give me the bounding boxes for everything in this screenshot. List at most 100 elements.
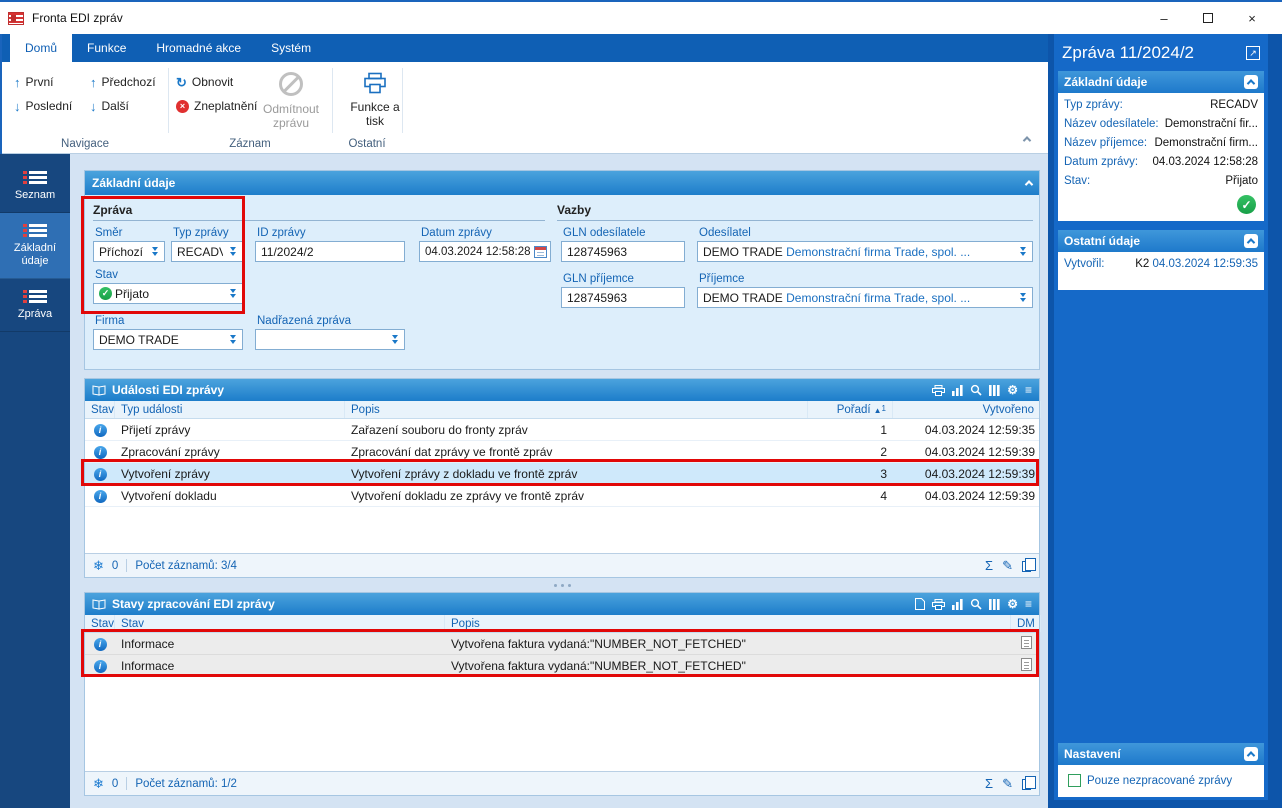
- collapse-icon[interactable]: [1024, 180, 1034, 189]
- nadrazena-zprava-combo[interactable]: [255, 329, 405, 350]
- open-in-window-icon[interactable]: ↗: [1246, 46, 1260, 60]
- detail-label: Název příjemce:: [1064, 137, 1148, 149]
- sum-icon[interactable]: Σ: [985, 558, 993, 573]
- new-document-icon[interactable]: [915, 598, 926, 610]
- detail-other-header[interactable]: Ostatní údaje: [1058, 230, 1264, 252]
- close-button[interactable]: ×: [1230, 3, 1274, 33]
- sidebar-item-seznam[interactable]: Seznam: [0, 160, 70, 213]
- collapse-icon[interactable]: [1244, 75, 1258, 89]
- maximize-button[interactable]: [1186, 3, 1230, 33]
- print-icon[interactable]: [932, 384, 946, 396]
- dropdown-icon: [1016, 242, 1029, 261]
- column-header[interactable]: Vytvořeno: [893, 401, 1041, 418]
- collapse-icon[interactable]: [1244, 747, 1258, 761]
- column-header[interactable]: Popis: [345, 401, 808, 418]
- checkbox[interactable]: [1068, 774, 1081, 787]
- gear-icon[interactable]: ⚙: [1007, 598, 1018, 610]
- table-row[interactable]: i Zpracování zprávy Zpracování dat zpráv…: [85, 441, 1039, 463]
- events-table-header: Stav Typ události Popis Pořadí ▲1 Vytvoř…: [85, 401, 1041, 419]
- gln-odesilatele-input[interactable]: 128745963: [561, 241, 685, 262]
- edit-icon[interactable]: ✎: [1002, 558, 1013, 574]
- table-row-selected[interactable]: i Vytvoření zprávy Vytvoření zprávy z do…: [85, 463, 1039, 485]
- table-row[interactable]: i Informace Vytvořena faktura vydaná:"NU…: [85, 655, 1039, 677]
- menu-icon[interactable]: ≡: [1025, 384, 1032, 396]
- reject-message-button[interactable]: Odmítnout zprávu: [254, 68, 328, 144]
- chevron-up-icon: [1022, 136, 1032, 145]
- firma-value: DEMO TRADE: [99, 332, 179, 347]
- minimize-button[interactable]: –: [1142, 3, 1186, 33]
- copy-icon[interactable]: [1022, 776, 1036, 790]
- table-row[interactable]: i Vytvoření dokladu Vytvoření dokladu ze…: [85, 485, 1039, 507]
- table-row[interactable]: i Přijetí zprávy Zařazení souboru do fro…: [85, 419, 1039, 441]
- freeze-icon[interactable]: ❄: [93, 776, 104, 792]
- detail-title: Zpráva 11/2024/2: [1062, 43, 1194, 62]
- chart-icon[interactable]: [952, 598, 963, 610]
- id-zpravy-input[interactable]: 11/2024/2: [255, 241, 405, 262]
- gln-prijemce-value: 128745963: [567, 290, 628, 305]
- freeze-icon[interactable]: ❄: [93, 558, 104, 574]
- calendar-icon[interactable]: [534, 245, 547, 258]
- settings-header[interactable]: Nastavení: [1058, 743, 1264, 765]
- refresh-label: Obnovit: [191, 75, 234, 89]
- group-separator: [402, 68, 403, 133]
- tab-system[interactable]: Systém: [256, 34, 326, 62]
- menu-icon[interactable]: ≡: [1025, 598, 1032, 610]
- column-header-sorted[interactable]: Pořadí ▲1: [808, 401, 893, 418]
- column-header[interactable]: DM: [1011, 615, 1041, 632]
- print-icon[interactable]: [932, 598, 946, 610]
- column-header[interactable]: Stav: [85, 615, 115, 632]
- events-panel-header: Události EDI zprávy ⚙ ≡: [85, 379, 1039, 401]
- stav-combo[interactable]: ✓ Přijato: [93, 283, 243, 304]
- document-icon[interactable]: [1020, 635, 1032, 649]
- group-label-navigace: Navigace: [61, 138, 109, 150]
- column-header[interactable]: Stav: [115, 615, 445, 632]
- sum-icon[interactable]: Σ: [985, 776, 993, 791]
- odesilatel-combo[interactable]: DEMO TRADE Demonstrační firma Trade, spo…: [697, 241, 1033, 262]
- sidebar-item-zprava[interactable]: Zpráva: [0, 279, 70, 332]
- prijemce-label: Příjemce: [699, 273, 745, 285]
- created-user: K2: [1135, 258, 1150, 270]
- prijemce-combo[interactable]: DEMO TRADE Demonstrační firma Trade, spo…: [697, 287, 1033, 308]
- ribbon-collapse-button[interactable]: [1022, 131, 1032, 145]
- search-icon[interactable]: [970, 384, 982, 396]
- datum-zpravy-input[interactable]: 04.03.2024 12:58:28: [419, 241, 551, 262]
- document-icon[interactable]: [1020, 657, 1032, 671]
- next-button[interactable]: ↓ Další: [90, 96, 129, 116]
- columns-icon[interactable]: [989, 384, 1000, 396]
- info-icon: i: [93, 445, 107, 459]
- tab-funkce[interactable]: Funkce: [72, 34, 141, 62]
- gln-prijemce-input[interactable]: 128745963: [561, 287, 685, 308]
- tab-domu[interactable]: Domů: [10, 34, 73, 62]
- dropdown-icon: [148, 242, 161, 261]
- smer-combo[interactable]: Příchozí: [93, 241, 165, 262]
- typ-zpravy-combo[interactable]: RECADV: [171, 241, 243, 262]
- detail-value: Přijato: [1225, 175, 1258, 187]
- basic-data-panel-header[interactable]: Základní údaje: [85, 171, 1039, 195]
- column-header[interactable]: Typ události: [115, 401, 345, 418]
- chart-icon[interactable]: [952, 384, 963, 396]
- column-header[interactable]: Popis: [445, 615, 1011, 632]
- table-row[interactable]: i Informace Vytvořena faktura vydaná:"NU…: [85, 633, 1039, 655]
- firma-combo[interactable]: DEMO TRADE: [93, 329, 243, 350]
- arrow-down-icon: ↓: [90, 98, 97, 114]
- collapse-icon[interactable]: [1244, 234, 1258, 248]
- copy-icon[interactable]: [1022, 558, 1036, 572]
- previous-button[interactable]: ↑ Předchozí: [90, 72, 156, 92]
- search-icon[interactable]: [970, 598, 982, 610]
- edit-icon[interactable]: ✎: [1002, 776, 1013, 792]
- tab-hromadne-akce[interactable]: Hromadné akce: [141, 34, 256, 62]
- detail-basic-header[interactable]: Základní údaje: [1058, 71, 1264, 93]
- panel-splitter[interactable]: [84, 578, 1040, 592]
- unprocessed-only-option[interactable]: Pouze nezpracované zprávy: [1064, 768, 1258, 793]
- gear-icon[interactable]: ⚙: [1007, 384, 1018, 396]
- sidebar-item-zakladni-udaje[interactable]: Základní údaje: [0, 213, 70, 279]
- dropdown-icon: [226, 242, 239, 261]
- invalidate-button[interactable]: × Zneplatnění: [176, 96, 257, 116]
- last-button[interactable]: ↓ Poslední: [14, 96, 72, 116]
- firma-label: Firma: [95, 315, 125, 327]
- columns-icon[interactable]: [989, 598, 1000, 610]
- refresh-button[interactable]: ↻ Obnovit: [176, 72, 233, 92]
- first-button[interactable]: ↑ První: [14, 72, 54, 92]
- functions-print-button[interactable]: Funkce a tisk: [338, 68, 412, 144]
- column-header[interactable]: Stav: [85, 401, 115, 418]
